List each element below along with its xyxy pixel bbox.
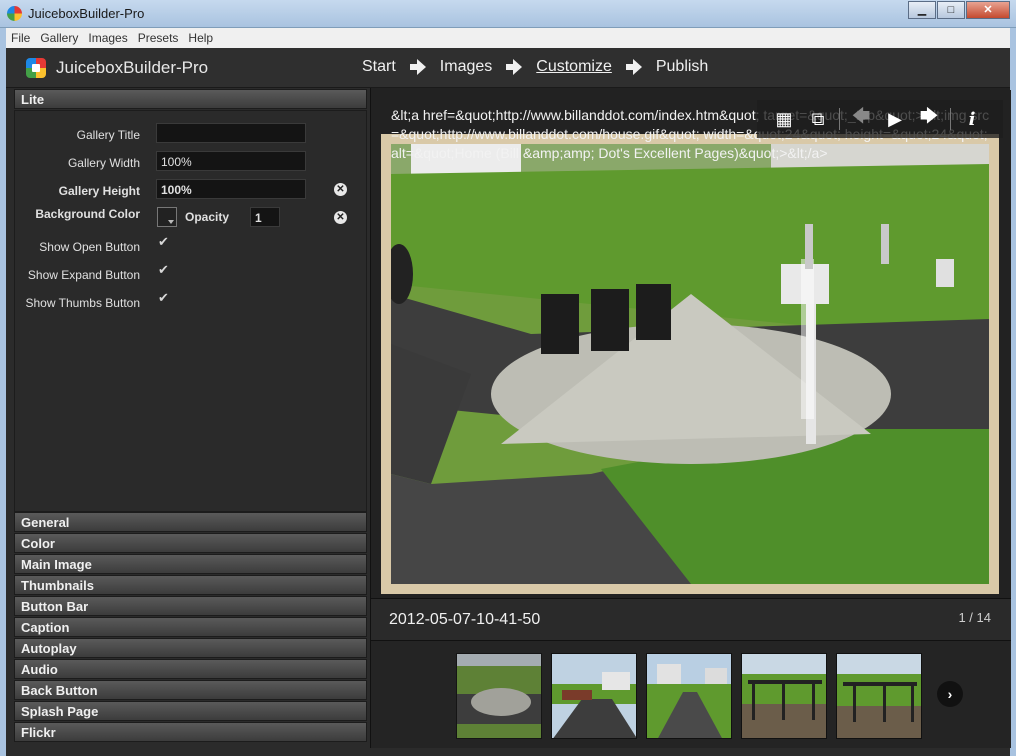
app-name: JuiceboxBuilder-Pro: [56, 58, 209, 77]
thumbnail[interactable]: [456, 653, 542, 739]
clear-gallery-height-button[interactable]: ✕: [334, 183, 347, 196]
thumbnail[interactable]: [836, 653, 922, 739]
caption-bar: 2012-05-07-10-41-50 1 / 14: [371, 598, 1011, 640]
window-controls: ▁ □ ✕: [907, 1, 1010, 19]
section-main-image[interactable]: Main Image: [14, 554, 367, 574]
arrow-right-icon: [625, 59, 642, 75]
menu-help[interactable]: Help: [183, 28, 218, 45]
arrow-right-icon: [409, 59, 426, 75]
close-button[interactable]: ✕: [966, 1, 1010, 19]
show-expand-button-label: Show Expand Button: [27, 268, 140, 282]
thumbnail[interactable]: [741, 653, 827, 739]
settings-panel: Lite Gallery Title Gallery Width 100% Ga…: [12, 88, 369, 748]
lite-section-body: Gallery Title Gallery Width 100% Gallery…: [14, 110, 367, 512]
section-audio[interactable]: Audio: [14, 659, 367, 679]
section-thumbnails[interactable]: Thumbnails: [14, 575, 367, 595]
main-photo-illustration: [391, 144, 989, 584]
next-arrow-icon[interactable]: 🡆: [912, 104, 946, 134]
thumbnail[interactable]: [646, 653, 732, 739]
section-back-button[interactable]: Back Button: [14, 680, 367, 700]
app-header: JuiceboxBuilder-Pro Start Images Customi…: [6, 48, 1010, 88]
thumbnail[interactable]: [551, 653, 637, 739]
gallery-width-label: Gallery Width: [67, 156, 140, 170]
main-image-stage: &lt;a href=&quot;http://www.billanddot.c…: [371, 90, 1011, 598]
wizard-steps: Start Images Customize Publish: [362, 58, 708, 76]
menu-gallery[interactable]: Gallery: [35, 28, 83, 45]
juicebox-logo-icon: [26, 58, 46, 78]
divider: [950, 108, 951, 130]
menu-bar: File Gallery Images Presets Help: [6, 28, 1010, 48]
show-open-button-checkbox[interactable]: ✔: [158, 235, 170, 248]
show-thumbs-button-checkbox[interactable]: ✔: [158, 291, 170, 304]
background-color-label: Background Color: [35, 207, 140, 221]
section-lite[interactable]: Lite: [14, 89, 367, 109]
gallery-title-input[interactable]: [156, 123, 306, 143]
thumbnail-strip: ›: [371, 640, 1011, 748]
expand-icon[interactable]: ⧉: [801, 104, 835, 134]
section-caption[interactable]: Caption: [14, 617, 367, 637]
opacity-label: Opacity: [185, 210, 230, 224]
gallery-height-input[interactable]: 100%: [156, 179, 306, 199]
section-flickr[interactable]: Flickr: [14, 722, 367, 742]
prev-arrow-icon[interactable]: 🡄: [844, 104, 878, 134]
section-button-bar[interactable]: Button Bar: [14, 596, 367, 616]
main-image-frame: [381, 134, 999, 594]
opacity-input[interactable]: 1: [250, 207, 280, 227]
arrow-right-icon: [506, 59, 523, 75]
menu-images[interactable]: Images: [83, 28, 132, 45]
clear-background-button[interactable]: ✕: [334, 211, 347, 224]
window-frame-left: [0, 28, 6, 756]
window-title: JuiceboxBuilder-Pro: [28, 6, 145, 21]
show-open-button-label: Show Open Button: [39, 240, 140, 254]
step-start[interactable]: Start: [362, 58, 396, 76]
gallery-width-input[interactable]: 100%: [156, 151, 306, 171]
menu-presets[interactable]: Presets: [133, 28, 184, 45]
section-splash-page[interactable]: Splash Page: [14, 701, 367, 721]
background-color-swatch[interactable]: [157, 207, 177, 227]
minimize-button[interactable]: ▁: [908, 1, 936, 19]
maximize-button[interactable]: □: [937, 1, 965, 19]
thumbs-toggle-icon[interactable]: ▦: [767, 104, 801, 134]
play-icon[interactable]: ▶: [878, 104, 912, 134]
step-customize[interactable]: Customize: [536, 58, 612, 76]
section-autoplay[interactable]: Autoplay: [14, 638, 367, 658]
menu-file[interactable]: File: [6, 28, 35, 45]
thumbnail-next-icon[interactable]: ›: [937, 681, 963, 707]
gallery-preview: &lt;a href=&quot;http://www.billanddot.c…: [370, 88, 1011, 748]
button-bar: ▦ ⧉ 🡄 ▶ 🡆 i: [757, 100, 1003, 138]
window-titlebar: JuiceboxBuilder-Pro ▁ □ ✕: [0, 0, 1016, 28]
app-icon: [7, 6, 22, 21]
gallery-title-label: Gallery Title: [76, 128, 140, 142]
image-counter: 1 / 14: [958, 610, 991, 625]
main-image[interactable]: [391, 144, 989, 584]
gallery-height-label: Gallery Height: [58, 184, 140, 198]
show-thumbs-button-label: Show Thumbs Button: [25, 296, 140, 310]
section-general[interactable]: General: [14, 512, 367, 532]
image-title: 2012-05-07-10-41-50: [389, 611, 541, 628]
divider: [839, 108, 840, 130]
info-icon[interactable]: i: [955, 104, 989, 134]
section-color[interactable]: Color: [14, 533, 367, 553]
step-images[interactable]: Images: [440, 58, 492, 76]
show-expand-button-checkbox[interactable]: ✔: [158, 263, 170, 276]
step-publish[interactable]: Publish: [656, 58, 708, 76]
